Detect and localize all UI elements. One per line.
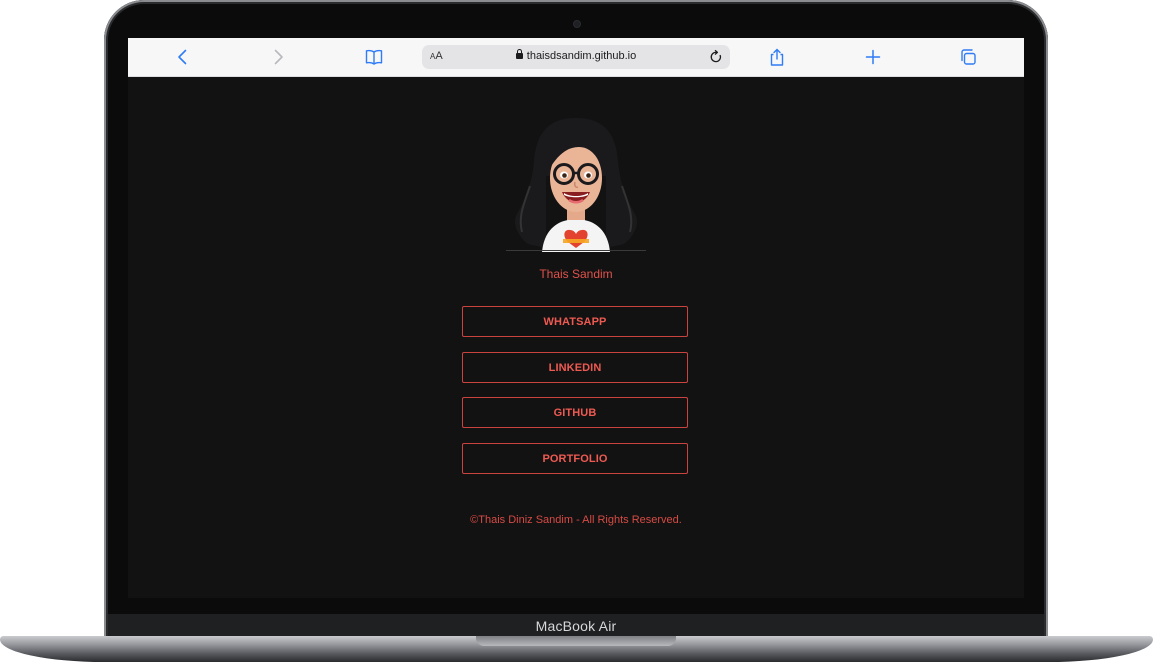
laptop-notch [476, 636, 676, 646]
book-icon[interactable] [364, 47, 384, 67]
plus-icon[interactable] [863, 47, 883, 67]
url-text: thaisdsandim.github.io [526, 50, 637, 62]
linkedin-link-button[interactable]: LINKEDIN [462, 352, 688, 383]
reload-icon[interactable] [708, 49, 724, 65]
whatsapp-link-button[interactable]: WHATSAPP [462, 306, 688, 337]
avatar-baseline [506, 250, 646, 251]
lock-icon [515, 49, 523, 59]
linktree-page: Thais Sandim WHATSAPP LINKEDIN GITHUB PO… [128, 76, 1024, 598]
github-link-button[interactable]: GITHUB [462, 397, 688, 428]
avatar [514, 118, 638, 252]
portfolio-link-button[interactable]: PORTFOLIO [462, 443, 688, 474]
chevron-right-icon[interactable] [268, 47, 288, 67]
browser-screen: AA thaisdsandim.github.io Thais Sandim W… [128, 38, 1024, 598]
address-bar[interactable]: AA thaisdsandim.github.io [422, 45, 730, 69]
camera-icon [574, 21, 580, 27]
profile-name: Thais Sandim [539, 267, 613, 281]
device-label: MacBook Air [535, 618, 617, 634]
footer-copyright: ©Thais Diniz Sandim - All Rights Reserve… [470, 514, 682, 526]
tabs-icon[interactable] [958, 47, 978, 67]
share-icon[interactable] [767, 47, 787, 67]
chevron-left-icon[interactable] [173, 47, 193, 67]
browser-toolbar: AA thaisdsandim.github.io [128, 38, 1024, 77]
laptop-chin: MacBook Air [108, 614, 1044, 638]
